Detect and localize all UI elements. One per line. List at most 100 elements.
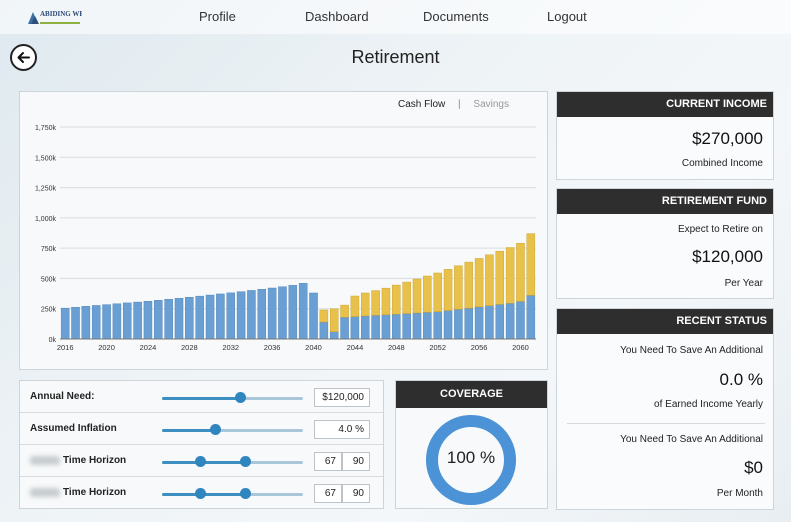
- coverage-value: 100 %: [446, 448, 496, 467]
- bar-segment-blue: [392, 313, 401, 340]
- coverage-panel: COVERAGE 100 %: [395, 380, 548, 509]
- annual-need-value[interactable]: $120,000: [314, 388, 370, 407]
- bar-segment-blue: [257, 289, 267, 340]
- inflation-fill: [162, 429, 216, 432]
- x-tick-label: 2020: [98, 343, 115, 352]
- y-tick-label: 0k: [49, 337, 57, 344]
- bar-segment-blue: [112, 303, 122, 340]
- status-line-2: You Need To Save An Additional: [620, 434, 763, 445]
- nav-profile[interactable]: Profile: [199, 9, 236, 24]
- inflation-label: Assumed Inflation: [30, 423, 117, 434]
- y-tick-label: 1,500k: [35, 155, 57, 162]
- bar-segment-gold: [495, 250, 505, 305]
- chart-tabs: Cash Flow | Savings: [388, 99, 509, 110]
- annual-need-slider[interactable]: [162, 397, 303, 400]
- life-age-handle[interactable]: [239, 488, 251, 499]
- time-horizon-slider[interactable]: [162, 461, 303, 464]
- time-horizon-row-2: Time Horizon 67 90: [20, 477, 383, 509]
- nav-logout[interactable]: Logout: [547, 9, 587, 24]
- cash-flow-chart: 0k 250k 500k 750k 1,000k 1,250k 1,500k 1,750k 20…: [35, 125, 536, 352]
- cash-flow-chart-panel: 0k 250k 500k 750k 1,000k 1,250k 1,500k 1,750k 20…: [19, 91, 548, 370]
- bar-segment-blue: [423, 312, 432, 340]
- y-tick-label: 1,250k: [35, 186, 57, 193]
- time-horizon-label: Time Horizon: [63, 455, 127, 466]
- bar-segment-blue: [361, 315, 370, 340]
- retire-age-value[interactable]: 67: [314, 484, 342, 503]
- bar-segment-blue: [319, 321, 329, 340]
- bar-segment-gold: [361, 292, 370, 317]
- status-caption-1: of Earned Income Yearly: [654, 399, 763, 410]
- y-tick-label: 1,750k: [35, 125, 57, 132]
- retirement-fund-amount: $120,000: [692, 247, 763, 266]
- bar-segment-blue: [516, 301, 525, 340]
- tab-separator: |: [458, 99, 461, 110]
- abiding-wealth-logo[interactable]: ABIDING WEALTH: [26, 6, 82, 30]
- time-horizon-label: Time Horizon: [63, 487, 127, 498]
- bar-segment-gold: [454, 265, 463, 310]
- retirement-fund-title: RETIREMENT FUND: [557, 189, 773, 214]
- bar-segment-gold: [412, 278, 422, 314]
- bar-segment-blue: [371, 315, 380, 340]
- bar-segment-blue: [464, 307, 473, 340]
- status-caption-2: Per Month: [716, 488, 763, 499]
- bar-segment-blue: [329, 331, 339, 340]
- top-nav: ABIDING WEALTH Profile Dashboard Documen…: [0, 0, 791, 34]
- retire-age-value[interactable]: 67: [314, 452, 342, 471]
- bar-segment-blue: [288, 285, 298, 340]
- bar-segment-blue: [164, 299, 173, 340]
- bar-segment-blue: [350, 316, 360, 340]
- current-income-title: CURRENT INCOME: [557, 92, 773, 117]
- bar-segment-blue: [133, 301, 142, 340]
- bar-segment-gold: [329, 308, 339, 332]
- retirement-fund-line: Expect to Retire on: [677, 224, 763, 235]
- life-age-value[interactable]: 90: [342, 452, 370, 471]
- annual-need-handle[interactable]: [235, 392, 247, 403]
- tab-cash-flow[interactable]: Cash Flow: [398, 99, 445, 110]
- bar-segment-blue: [485, 305, 494, 340]
- y-tick-label: 250k: [41, 307, 57, 314]
- inflation-handle[interactable]: [210, 424, 222, 435]
- bar-segment-gold: [371, 290, 380, 316]
- x-tick-label: 2036: [264, 343, 281, 352]
- bar-segment-blue: [226, 292, 235, 340]
- time-horizon-row-1: Time Horizon 67 90: [20, 445, 383, 477]
- bar-segment-gold: [516, 243, 525, 302]
- bar-segment-blue: [340, 316, 349, 340]
- annual-need-row: Annual Need: $120,000: [20, 381, 383, 413]
- life-age-value[interactable]: 90: [342, 484, 370, 503]
- tab-savings[interactable]: Savings: [473, 99, 509, 110]
- bar-segment-blue: [495, 304, 505, 340]
- bar-segment-blue: [102, 304, 111, 340]
- assumptions-panel: Annual Need: $120,000 Assumed Inflation …: [19, 380, 384, 509]
- bar-segment-blue: [454, 309, 463, 340]
- bar-segment-gold: [350, 295, 360, 317]
- time-horizon-slider[interactable]: [162, 493, 303, 496]
- bar-segment-blue: [526, 295, 536, 340]
- page-title: Retirement: [351, 47, 440, 67]
- retirement-fund-card: RETIREMENT FUND Expect to Retire on $120…: [556, 188, 774, 299]
- life-age-handle[interactable]: [239, 456, 251, 467]
- retire-age-handle[interactable]: [194, 488, 206, 499]
- bar-segment-blue: [216, 293, 225, 340]
- retire-age-handle[interactable]: [194, 456, 206, 467]
- y-tick-label: 1,000k: [35, 216, 57, 223]
- bar-segment-blue: [154, 300, 163, 340]
- bar-segment-gold: [505, 247, 515, 304]
- annual-need-label: Annual Need:: [30, 391, 95, 402]
- bar-segment-blue: [443, 310, 453, 340]
- bar-segment-blue: [185, 297, 194, 340]
- bar-segment-blue: [236, 291, 246, 340]
- nav-dashboard[interactable]: Dashboard: [305, 9, 369, 24]
- bar-segment-blue: [381, 314, 391, 340]
- retirement-fund-caption: Per Year: [724, 278, 763, 289]
- x-tick-label: 2032: [222, 343, 239, 352]
- bar-segment-gold: [464, 261, 473, 309]
- status-value-2: $0: [744, 458, 763, 477]
- coverage-title: COVERAGE: [396, 381, 547, 408]
- nav-documents[interactable]: Documents: [423, 9, 489, 24]
- x-tick-label: 2052: [429, 343, 446, 352]
- inflation-value[interactable]: 4.0 %: [314, 420, 370, 439]
- inflation-slider[interactable]: [162, 429, 303, 432]
- x-tick-label: 2024: [140, 343, 157, 352]
- bar-segment-blue: [195, 295, 204, 340]
